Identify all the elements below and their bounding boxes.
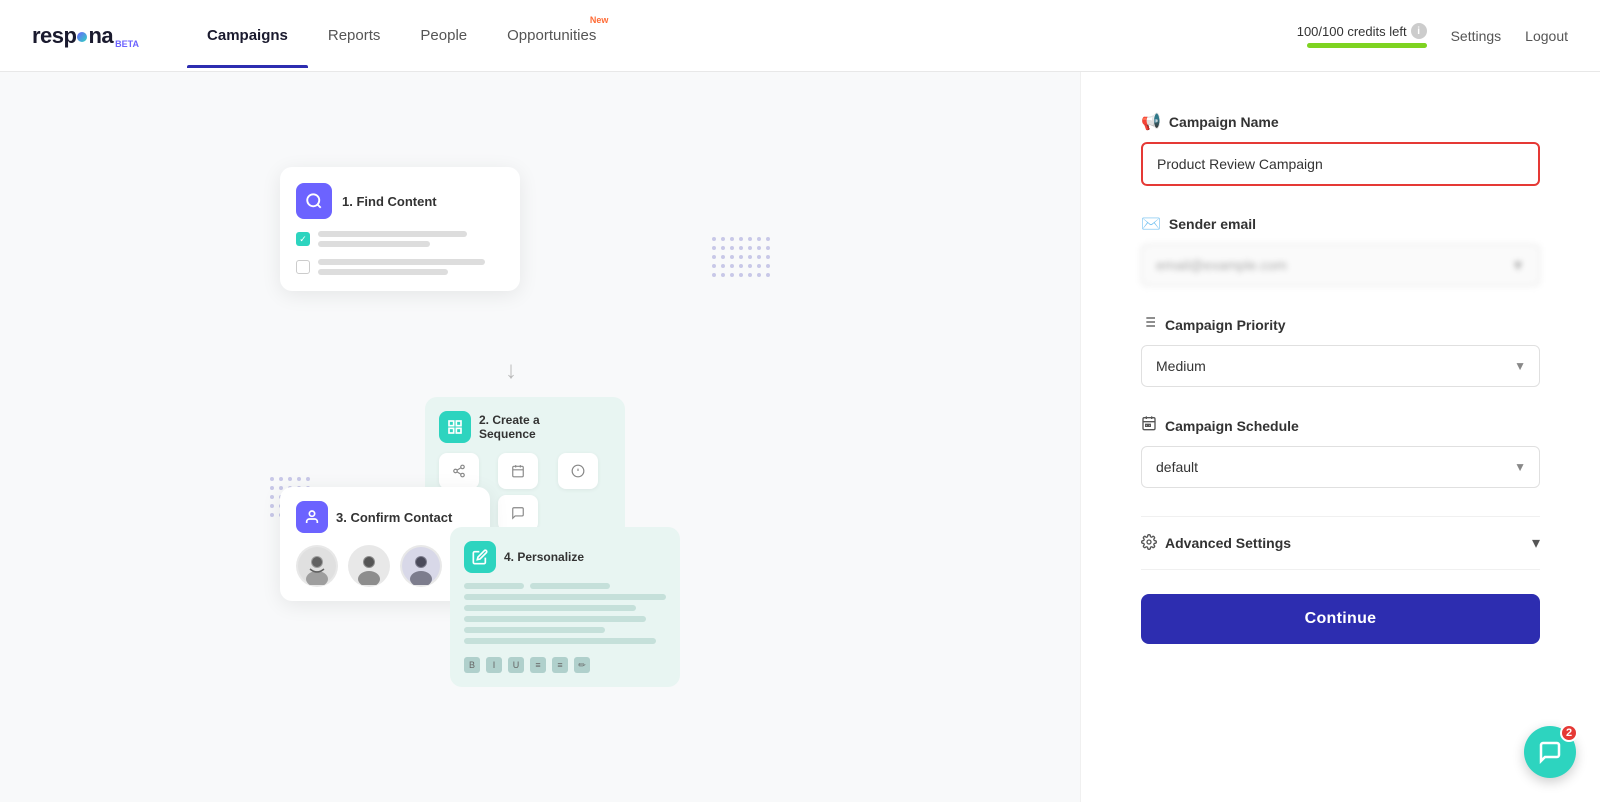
campaign-schedule-label: Campaign Schedule [1141,415,1540,436]
logout-link[interactable]: Logout [1525,28,1568,44]
sender-email-label: ✉️ Sender email [1141,214,1540,234]
avatar-2 [348,545,390,587]
arrow-1-2: ↓ [505,357,517,385]
step1-title: 1. Find Content [342,194,437,209]
step3-title: 3. Confirm Contact [336,510,452,525]
new-badge: New [590,15,609,25]
step1-card: 1. Find Content ✓ [280,167,520,291]
campaign-name-input[interactable] [1141,142,1540,186]
megaphone-icon: 📢 [1141,112,1161,132]
priority-icon [1141,314,1157,335]
logo-dot-icon [77,32,87,42]
nav-item-opportunities[interactable]: Opportunities New [487,3,616,68]
campaign-schedule-select[interactable]: default custom [1141,446,1540,488]
credits-container: 100/100 credits left i [1297,23,1427,48]
gear-icon [1141,534,1157,553]
campaign-priority-section: Campaign Priority Low Medium High ▼ [1141,314,1540,387]
header-right: 100/100 credits left i Settings Logout [1297,23,1568,48]
chat-badge: 2 [1560,724,1578,742]
credits-bar-fill [1307,43,1427,48]
advanced-settings-left: Advanced Settings [1141,534,1291,553]
step1-icon [296,183,332,219]
step2-title: 2. Create aSequence [479,413,540,441]
dots-decoration-top [712,237,770,277]
chat-widget[interactable]: 2 [1524,726,1576,778]
illustration: 1. Find Content ✓ [250,137,830,737]
avatar-1 [296,545,338,587]
continue-button[interactable]: Continue [1141,594,1540,644]
avatar-3 [400,545,442,587]
campaign-priority-label: Campaign Priority [1141,314,1540,335]
logo[interactable]: respna BETA [32,23,139,49]
nav-item-campaigns[interactable]: Campaigns [187,3,308,68]
logo-beta-label: BETA [115,39,139,49]
step3-header: 3. Confirm Contact [296,501,474,533]
step2-icon [439,411,471,443]
campaign-name-label: 📢 Campaign Name [1141,112,1540,132]
avatars-row [296,545,474,587]
step1-content: ✓ [296,231,504,275]
header: respna BETA Campaigns Reports People Opp… [0,0,1600,72]
nav-item-reports[interactable]: Reports [308,3,401,68]
step3-icon [296,501,328,533]
campaign-schedule-wrapper: default custom ▼ [1141,446,1540,488]
step4-header: 4. Personalize [464,541,666,573]
step2-header: 2. Create aSequence [439,411,611,443]
campaign-schedule-section: Campaign Schedule default custom ▼ [1141,415,1540,488]
envelope-icon: ✉️ [1141,214,1161,234]
chat-icon [1538,740,1562,764]
checked-icon: ✓ [296,232,310,246]
sender-email-display[interactable]: email@example.com ▼ [1141,244,1540,286]
nav-item-people[interactable]: People [400,3,487,68]
campaign-priority-select[interactable]: Low Medium High [1141,345,1540,387]
step4-card: 4. Personalize B I U [450,527,680,687]
step4-icon [464,541,496,573]
sender-email-section: ✉️ Sender email email@example.com ▼ [1141,214,1540,286]
credits-text: 100/100 credits left i [1297,23,1427,39]
step1-header: 1. Find Content [296,183,504,219]
sender-email-wrapper: email@example.com ▼ [1141,244,1540,286]
personalize-content: B I U ≡ ≡ ✏ [464,583,666,673]
credits-info-icon[interactable]: i [1411,23,1427,39]
illustration-area: 1. Find Content ✓ [0,72,1080,802]
calendar-icon [1141,415,1157,436]
chevron-down-icon: ▾ [1532,533,1540,553]
logo-text: respna [32,23,113,49]
main-content: 1. Find Content ✓ [0,72,1600,802]
campaign-name-section: 📢 Campaign Name [1141,112,1540,186]
settings-link[interactable]: Settings [1451,28,1502,44]
unchecked-icon [296,260,310,274]
campaign-priority-wrapper: Low Medium High ▼ [1141,345,1540,387]
step4-title: 4. Personalize [504,550,584,564]
advanced-settings-row[interactable]: Advanced Settings ▾ [1141,516,1540,570]
form-area: 📢 Campaign Name ✉️ Sender email email@ex… [1080,72,1600,802]
credits-bar [1307,43,1427,48]
main-nav: Campaigns Reports People Opportunities N… [187,3,1297,68]
